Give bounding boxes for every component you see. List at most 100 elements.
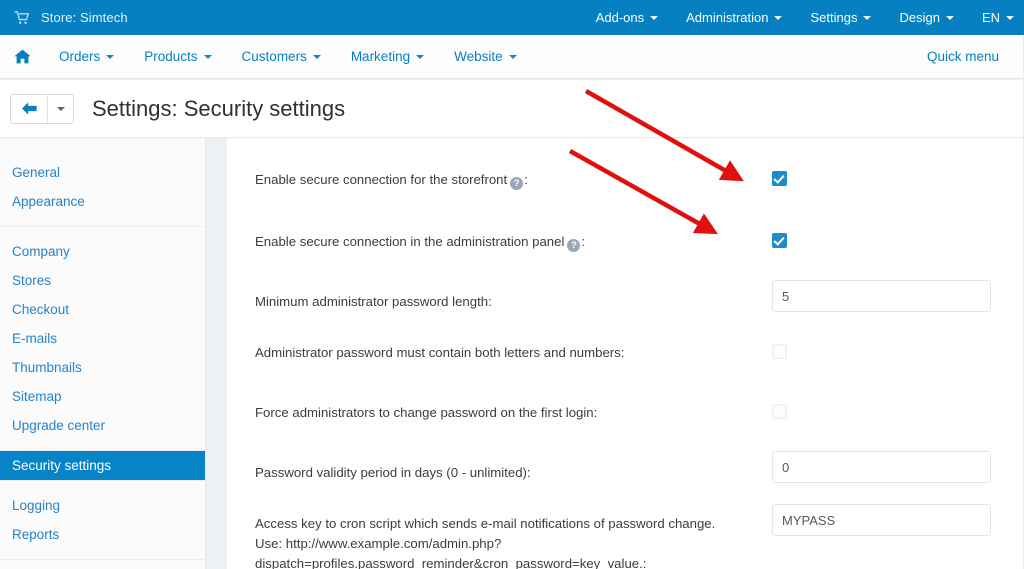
title-bar: Settings: Security settings: [0, 80, 1024, 138]
chevron-down-icon: [106, 54, 115, 59]
form-control-password-validity: [772, 451, 991, 483]
form-row-secure-admin: Enable secure connection in the administ…: [227, 230, 1024, 252]
topmenu-language[interactable]: EN: [968, 0, 1022, 35]
checkbox-password-letters-numbers[interactable]: [772, 344, 787, 359]
input-password-validity[interactable]: [772, 451, 991, 483]
topmenu-design-label: Design: [899, 10, 940, 25]
sidebar-item-thumbnails[interactable]: Thumbnails: [0, 353, 205, 382]
form-label-text: Enable secure connection in the administ…: [255, 234, 565, 249]
sidebar-group-1: General Appearance: [0, 152, 205, 226]
form-row-min-password-length: Minimum administrator password length:: [227, 280, 1024, 312]
form-label-force-change-password: Force administrators to change password …: [255, 405, 598, 420]
form-label-text: Enable secure connection for the storefr…: [255, 172, 508, 187]
form-label-min-password-length: Minimum administrator password length:: [255, 294, 492, 309]
nav-item-customers[interactable]: Customers: [227, 35, 336, 79]
nav-item-orders[interactable]: Orders: [44, 35, 129, 79]
form-label-password-letters-numbers: Administrator password must contain both…: [255, 345, 625, 360]
topmenu-addons[interactable]: Add-ons: [582, 0, 672, 35]
top-bar-menu: Add-ons Administration Settings Design E…: [582, 0, 1024, 35]
nav-item-products[interactable]: Products: [129, 35, 226, 79]
chevron-down-icon: [508, 54, 517, 59]
chevron-down-icon: [774, 15, 783, 20]
chevron-down-icon: [203, 54, 212, 59]
back-button[interactable]: [11, 94, 47, 123]
sidebar-group-3: Security settings: [0, 450, 205, 480]
form-control-secure-storefront: [772, 171, 787, 186]
main-nav-bar: Orders Products Customers Marketing Webs…: [0, 35, 1024, 79]
settings-form-panel: Enable secure connection for the storefr…: [227, 138, 1024, 569]
chevron-down-icon: [56, 106, 65, 111]
chevron-down-icon: [863, 15, 872, 20]
sidebar-item-company[interactable]: Company: [0, 237, 205, 266]
form-control-password-letters-numbers: [772, 344, 787, 359]
sidebar-group-5: Settings wizard: [0, 559, 205, 569]
topmenu-settings[interactable]: Settings: [796, 0, 885, 35]
sidebar-item-reports[interactable]: Reports: [0, 520, 205, 549]
input-min-password-length[interactable]: [772, 280, 991, 312]
form-label-secure-admin: Enable secure connection in the administ…: [255, 230, 745, 252]
form-control-secure-admin: [772, 233, 787, 248]
cron-label-line-2: Use: http://www.example.com/admin.php?: [255, 536, 502, 551]
label-colon: :: [524, 172, 528, 187]
form-row-password-letters-numbers: Administrator password must contain both…: [227, 341, 1024, 363]
page-title: Settings: Security settings: [92, 95, 346, 121]
form-label-password-validity: Password validity period in days (0 - un…: [255, 465, 531, 480]
topmenu-design[interactable]: Design: [885, 0, 967, 35]
form-label-secure-storefront: Enable secure connection for the storefr…: [255, 168, 745, 190]
chevron-down-icon: [312, 54, 321, 59]
form-row-force-change-password: Force administrators to change password …: [227, 401, 1024, 423]
checkbox-secure-storefront[interactable]: [772, 171, 787, 186]
form-row-cron-access-key: Access key to cron script which sends e-…: [227, 504, 1024, 569]
sidebar-item-sitemap[interactable]: Sitemap: [0, 382, 205, 411]
chevron-down-icon: [1006, 15, 1014, 20]
sidebar-group-4: Logging Reports: [0, 480, 205, 559]
topmenu-language-label: EN: [981, 10, 1000, 25]
store-name: Store: Simtech: [41, 10, 128, 25]
form-control-force-change-password: [772, 404, 787, 419]
input-cron-access-key[interactable]: [772, 504, 991, 536]
checkbox-secure-admin[interactable]: [772, 233, 787, 248]
nav-item-marketing-label: Marketing: [350, 49, 411, 64]
sidebar-item-upgrade-center[interactable]: Upgrade center: [0, 411, 205, 440]
help-icon[interactable]: ?: [510, 177, 524, 190]
home-icon[interactable]: [0, 35, 44, 79]
back-button-group: [10, 93, 74, 124]
form-control-min-password-length: [772, 280, 991, 312]
sidebar-item-emails[interactable]: E-mails: [0, 324, 205, 353]
back-dropdown-button[interactable]: [47, 94, 73, 123]
nav-item-customers-label: Customers: [241, 49, 307, 64]
help-icon[interactable]: ?: [567, 239, 581, 252]
form-control-cron-access-key: [772, 504, 991, 536]
nav-item-website[interactable]: Website: [439, 35, 532, 79]
sidebar-item-checkout[interactable]: Checkout: [0, 295, 205, 324]
chevron-down-icon: [650, 15, 659, 20]
quick-menu-link[interactable]: Quick menu: [927, 49, 1024, 64]
nav-item-orders-label: Orders: [59, 49, 101, 64]
sidebar-item-security-settings[interactable]: Security settings: [0, 451, 205, 480]
topmenu-addons-label: Add-ons: [595, 10, 645, 25]
sidebar-item-appearance[interactable]: Appearance: [0, 187, 205, 216]
form-label-cron-access-key: Access key to cron script which sends e-…: [255, 512, 745, 569]
nav-item-products-label: Products: [144, 49, 198, 64]
top-bar-left: Store: Simtech: [0, 10, 128, 25]
settings-sidebar: General Appearance Company Stores Checko…: [0, 138, 206, 569]
nav-item-website-label: Website: [454, 49, 503, 64]
sidebar-item-general[interactable]: General: [0, 158, 205, 187]
top-bar: Store: Simtech Add-ons Administration Se…: [0, 0, 1024, 35]
topmenu-administration[interactable]: Administration: [672, 0, 796, 35]
checkbox-force-change-password[interactable]: [772, 404, 787, 419]
form-row-secure-storefront: Enable secure connection for the storefr…: [227, 168, 1024, 190]
cron-label-line-1: Access key to cron script which sends e-…: [255, 516, 716, 531]
sidebar-item-stores[interactable]: Stores: [0, 266, 205, 295]
chevron-down-icon: [416, 54, 425, 59]
chevron-down-icon: [945, 15, 954, 20]
form-row-password-validity: Password validity period in days (0 - un…: [227, 451, 1024, 483]
sidebar-item-logging[interactable]: Logging: [0, 491, 205, 520]
topmenu-administration-label: Administration: [686, 10, 769, 25]
cron-label-line-3: dispatch=profiles.password_reminder&cron…: [255, 556, 647, 569]
topmenu-settings-label: Settings: [810, 10, 858, 25]
nav-item-marketing[interactable]: Marketing: [336, 35, 439, 79]
sidebar-group-2: Company Stores Checkout E-mails Thumbnai…: [0, 226, 205, 450]
label-colon: :: [581, 234, 586, 249]
cart-icon: [14, 10, 29, 25]
